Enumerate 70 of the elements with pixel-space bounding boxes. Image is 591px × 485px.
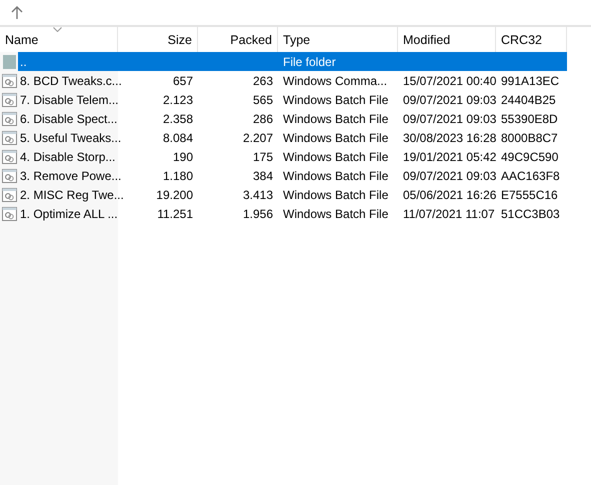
file-name: 8. BCD Tweaks.c... <box>20 74 122 88</box>
table-cell: Windows Batch File <box>283 188 388 202</box>
table-cell: 05/06/2021 16:26 <box>403 188 496 202</box>
file-row[interactable]: 8. BCD Tweaks.c... 657 263 Windows Comma... 15/07/2021 00:40 991A13EC <box>0 71 567 90</box>
folder-icon <box>2 54 17 68</box>
file-row[interactable]: 2. MISC Reg Twe... 19.200 3.413 Windows Batch File 05/06/2021 16:26 E7555C16 <box>0 185 567 204</box>
table-cell: 384 <box>252 168 273 182</box>
table-cell: 30/08/2023 16:28 <box>403 130 496 144</box>
table-cell: Windows Batch File <box>283 112 388 126</box>
batch-file-icon <box>2 112 17 126</box>
table-cell: 657 <box>172 74 193 88</box>
table-cell: 1.180 <box>162 168 193 182</box>
table-cell: 09/07/2021 09:03 <box>403 92 496 106</box>
file-row[interactable]: 5. Useful Tweaks... 8.084 2.207 Windows Batch File 30/08/2023 16:28 8000B8C7 <box>0 128 567 147</box>
table-cell: AAC163F8 <box>501 168 560 182</box>
table-cell: 8000B8C7 <box>501 130 558 144</box>
table-cell: 2.358 <box>162 112 193 126</box>
table-cell: 09/07/2021 09:03 <box>403 168 496 182</box>
batch-file-icon <box>2 130 17 144</box>
table-cell: 565 <box>252 92 273 106</box>
batch-file-icon <box>2 74 17 88</box>
file-row[interactable]: 4. Disable Storp... 190 175 Windows Batch File 19/01/2021 05:42 49C9C590 <box>0 147 567 166</box>
batch-file-icon <box>2 188 17 202</box>
file-name: 5. Useful Tweaks... <box>20 130 122 144</box>
file-row[interactable]: 3. Remove Powe... 1.180 384 Windows Batch File 09/07/2021 09:03 AAC163F8 <box>0 166 567 185</box>
file-row[interactable]: .. File folder <box>0 52 567 71</box>
file-name: 7. Disable Telem... <box>20 92 118 106</box>
table-cell: 190 <box>172 150 193 164</box>
file-name: 3. Remove Powe... <box>20 168 122 182</box>
table-cell: 09/07/2021 09:03 <box>403 112 496 126</box>
file-name: 2. MISC Reg Twe... <box>20 188 124 202</box>
table-cell: 8.084 <box>162 130 193 144</box>
table-cell: Windows Batch File <box>283 168 388 182</box>
table-cell: 175 <box>252 150 273 164</box>
batch-file-icon <box>2 92 17 106</box>
table-cell: E7555C16 <box>501 188 558 202</box>
batch-file-icon <box>2 150 17 164</box>
file-name: 6. Disable Spect... <box>20 112 118 126</box>
table-cell: 1.956 <box>242 206 273 220</box>
table-cell: 11.251 <box>157 206 193 220</box>
table-cell: 2.123 <box>162 92 193 106</box>
batch-file-icon <box>2 168 17 182</box>
table-cell: Windows Comma... <box>283 74 388 88</box>
sort-chevron-icon <box>53 27 62 32</box>
table-cell: 263 <box>252 74 273 88</box>
table-cell: 19/01/2021 05:42 <box>403 150 496 164</box>
table-cell: Windows Batch File <box>283 130 388 144</box>
table-cell: 55390E8D <box>501 112 558 126</box>
file-name: 1. Optimize ALL ... <box>20 206 118 220</box>
table-cell: 49C9C590 <box>501 150 558 164</box>
table-cell: Windows Batch File <box>283 92 388 106</box>
table-cell: 286 <box>252 112 273 126</box>
table-cell: Windows Batch File <box>283 206 388 220</box>
file-name: .. <box>20 54 27 68</box>
up-arrow-icon[interactable] <box>11 6 23 19</box>
file-row[interactable]: 7. Disable Telem... 2.123 565 Windows Batch File 09/07/2021 09:03 24404B25 <box>0 90 567 109</box>
table-cell: Windows Batch File <box>283 150 388 164</box>
table-cell: 991A13EC <box>501 74 560 88</box>
table-cell: 15/07/2021 00:40 <box>403 74 496 88</box>
file-row[interactable]: 6. Disable Spect... 2.358 286 Windows Batch File 09/07/2021 09:03 55390E8D <box>0 109 567 128</box>
table-cell: 3.413 <box>242 188 273 202</box>
table-cell: 11/07/2021 11:07 <box>403 206 495 220</box>
file-row[interactable]: 1. Optimize ALL ... 11.251 1.956 Windows Batch File 11/07/2021 11:07 51CC3B03 <box>0 204 567 223</box>
table-cell: 51CC3B03 <box>501 206 560 220</box>
table-cell: 24404B25 <box>501 92 556 106</box>
table-cell: 19.200 <box>156 188 193 202</box>
table-cell: File folder <box>283 54 336 68</box>
batch-file-icon <box>2 206 17 220</box>
file-name: 4. Disable Storp... <box>20 150 116 164</box>
table-cell: 2.207 <box>242 130 273 144</box>
